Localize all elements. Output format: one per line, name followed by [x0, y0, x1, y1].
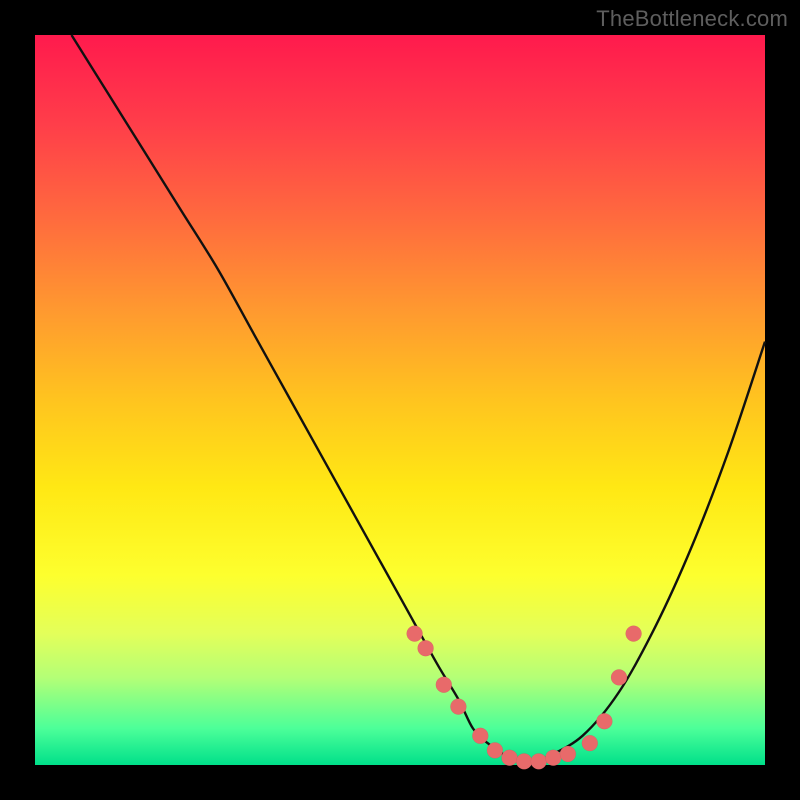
highlight-dot [582, 735, 598, 751]
bottleneck-curve-path [72, 35, 766, 765]
chart-frame: TheBottleneck.com [0, 0, 800, 800]
highlight-dot [516, 753, 532, 769]
highlight-dot [611, 669, 627, 685]
watermark-text: TheBottleneck.com [596, 6, 788, 32]
highlight-dot [596, 713, 612, 729]
highlight-dot [560, 746, 576, 762]
highlight-dot [418, 640, 434, 656]
highlight-dots-group [407, 626, 642, 770]
plot-area [35, 35, 765, 765]
highlight-dot [407, 626, 423, 642]
highlight-dot [472, 728, 488, 744]
highlight-dot [531, 753, 547, 769]
highlight-dot [487, 742, 503, 758]
highlight-dot [502, 750, 518, 766]
highlight-dot [450, 699, 466, 715]
curve-svg [35, 35, 765, 765]
highlight-dot [545, 750, 561, 766]
highlight-dot [626, 626, 642, 642]
highlight-dot [436, 677, 452, 693]
